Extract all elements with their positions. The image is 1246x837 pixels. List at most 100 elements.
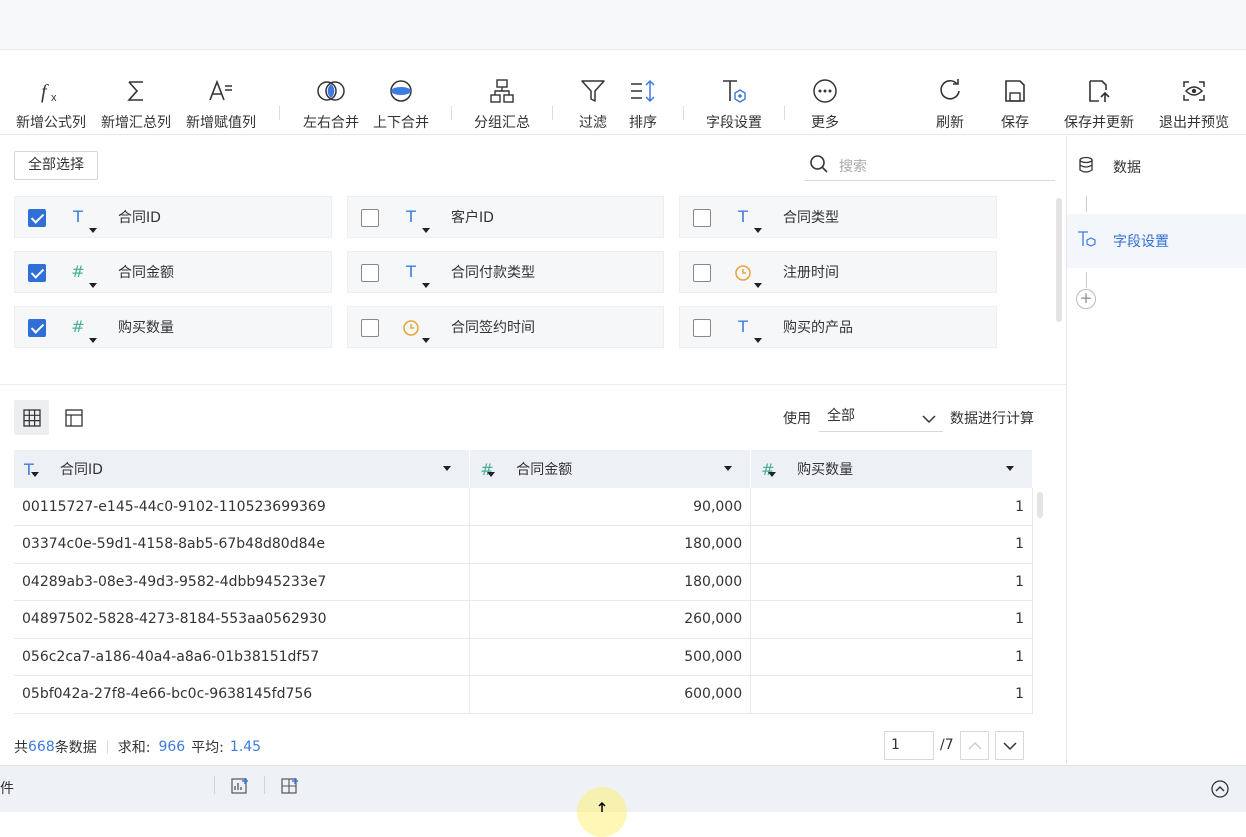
save-and-update-button[interactable]: 保存并更新	[1060, 50, 1138, 135]
field-item[interactable]: T 购买的产品	[679, 306, 997, 348]
number-type-icon[interactable]: #	[67, 317, 97, 343]
toolbar-label: 新增赋值列	[186, 115, 256, 131]
field-checkbox[interactable]	[28, 209, 46, 227]
save-icon	[1002, 64, 1028, 104]
footer-divider	[106, 740, 108, 754]
cell-contract-id[interactable]: 05bf042a-27f8-4e66-bc0c-9638145fd756	[14, 675, 471, 714]
add-assign-column-button[interactable]: 新增赋值列	[183, 50, 259, 135]
exit-and-preview-button[interactable]: 退出并预览	[1155, 50, 1233, 135]
toolbar-label: 更多	[811, 115, 839, 131]
more-button[interactable]: 更多	[804, 50, 846, 135]
grid-view-button[interactable]	[14, 400, 49, 435]
toolbar: fx 新增公式列 新增汇总列 新增赋值列 左右合并 上下合并 分组汇总 过滤 排…	[0, 50, 1246, 135]
cell-amount[interactable]: 90,000	[469, 488, 752, 526]
field-checkbox[interactable]	[361, 319, 379, 337]
cell-amount[interactable]: 500,000	[469, 638, 752, 676]
field-settings-icon	[720, 64, 748, 104]
number-type-icon[interactable]: #	[480, 460, 502, 479]
field-checkbox[interactable]	[693, 209, 711, 227]
next-page-button[interactable]	[995, 731, 1024, 760]
field-item[interactable]: # 购买数量	[14, 306, 332, 348]
number-type-icon[interactable]: #	[67, 262, 97, 288]
layout-view-button[interactable]	[56, 400, 91, 435]
field-name: 合同付款类型	[451, 265, 535, 281]
cell-quantity[interactable]: 1	[750, 638, 1033, 676]
page-number-input[interactable]: 1	[884, 731, 934, 760]
cell-amount[interactable]: 600,000	[469, 675, 752, 714]
field-settings-button[interactable]: 字段设置	[703, 50, 765, 135]
add-formula-column-button[interactable]: fx 新增公式列	[13, 50, 89, 135]
cell-amount[interactable]: 180,000	[469, 563, 752, 601]
toolbar-label: 排序	[629, 115, 657, 131]
date-type-icon[interactable]	[400, 317, 430, 343]
field-checkbox[interactable]	[28, 319, 46, 337]
save-button[interactable]: 保存	[994, 50, 1036, 135]
grid-icon	[22, 408, 41, 427]
column-menu-caret[interactable]	[1006, 466, 1014, 471]
field-checkbox[interactable]	[361, 209, 379, 227]
field-checkbox[interactable]	[693, 264, 711, 282]
date-type-icon[interactable]	[732, 262, 762, 288]
column-header[interactable]: # 合同金额	[469, 450, 752, 488]
filter-button[interactable]: 过滤	[572, 50, 614, 135]
field-item[interactable]: # 合同金额	[14, 251, 332, 293]
text-type-icon[interactable]: T	[24, 460, 46, 479]
add-summary-column-button[interactable]: 新增汇总列	[98, 50, 174, 135]
prev-page-button[interactable]	[960, 731, 989, 760]
toolbar-divider	[784, 106, 785, 120]
text-type-icon[interactable]: T	[400, 207, 430, 233]
cell-contract-id[interactable]: 04897502-5828-4273-8184-553aa0562930	[14, 600, 471, 639]
sort-button[interactable]: 排序	[622, 50, 664, 135]
field-name: 注册时间	[783, 265, 839, 281]
text-type-icon[interactable]: T	[67, 207, 97, 233]
field-item[interactable]: 注册时间	[679, 251, 997, 293]
fields-scrollbar[interactable]	[1056, 198, 1062, 322]
collapse-up-icon[interactable]	[1210, 779, 1230, 803]
group-icon	[488, 64, 516, 104]
data-step-item[interactable]: 数据	[1067, 140, 1246, 194]
field-settings-step-item[interactable]: 字段设置	[1067, 214, 1246, 268]
search-input[interactable]: 搜索	[805, 151, 1055, 181]
cell-quantity[interactable]: 1	[750, 675, 1033, 714]
column-menu-caret[interactable]	[724, 466, 733, 471]
field-checkbox[interactable]	[361, 264, 379, 282]
add-chart-icon[interactable]	[230, 776, 250, 800]
text-type-icon[interactable]: T	[732, 317, 762, 343]
cell-contract-id[interactable]: 056c2ca7-a186-40a4-a8a6-01b38151df57	[14, 638, 471, 676]
use-scope-select[interactable]: 全部	[819, 400, 943, 432]
merge-horizontal-button[interactable]: 左右合并	[300, 50, 362, 135]
cell-quantity[interactable]: 1	[750, 600, 1033, 639]
refresh-button[interactable]: 刷新	[929, 50, 971, 135]
cell-contract-id[interactable]: 04289ab3-08e3-49d3-9582-4dbb945233e7	[14, 563, 471, 601]
field-item[interactable]: T 客户ID	[347, 196, 664, 238]
table-scrollbar[interactable]	[1037, 492, 1043, 518]
field-checkbox[interactable]	[28, 264, 46, 282]
cell-quantity[interactable]: 1	[750, 563, 1033, 601]
cell-amount[interactable]: 260,000	[469, 600, 752, 639]
field-item[interactable]: T 合同类型	[679, 196, 997, 238]
cell-contract-id[interactable]: 00115727-e145-44c0-9102-110523699369	[14, 488, 471, 526]
column-header[interactable]: T 合同ID	[14, 450, 471, 488]
add-component-icon[interactable]	[280, 776, 300, 800]
select-all-button[interactable]: 全部选择	[14, 151, 98, 180]
cell-amount[interactable]: 180,000	[469, 525, 752, 564]
column-menu-caret[interactable]	[443, 466, 452, 471]
text-type-icon[interactable]: T	[732, 207, 762, 233]
toolbar-label: 新增公式列	[16, 115, 86, 131]
number-type-icon[interactable]: #	[761, 460, 783, 479]
preview-icon	[1180, 64, 1208, 104]
bottom-label: 件	[0, 781, 14, 797]
cell-quantity[interactable]: 1	[750, 525, 1033, 564]
field-checkbox[interactable]	[693, 319, 711, 337]
merge-vertical-button[interactable]: 上下合并	[370, 50, 432, 135]
cell-quantity[interactable]: 1	[750, 488, 1033, 526]
group-summary-button[interactable]: 分组汇总	[471, 50, 533, 135]
field-item[interactable]: 合同签约时间	[347, 306, 664, 348]
column-header[interactable]: # 购买数量	[750, 450, 1033, 488]
cell-contract-id[interactable]: 03374c0e-59d1-4158-8ab5-67b48d80d84e	[14, 525, 471, 564]
add-step-button[interactable]: +	[1076, 289, 1096, 309]
table-row: 056c2ca7-a186-40a4-a8a6-01b38151df57 500,…	[14, 638, 1033, 676]
field-item[interactable]: T 合同付款类型	[347, 251, 664, 293]
field-item[interactable]: T 合同ID	[14, 196, 332, 238]
text-type-icon[interactable]: T	[400, 262, 430, 288]
